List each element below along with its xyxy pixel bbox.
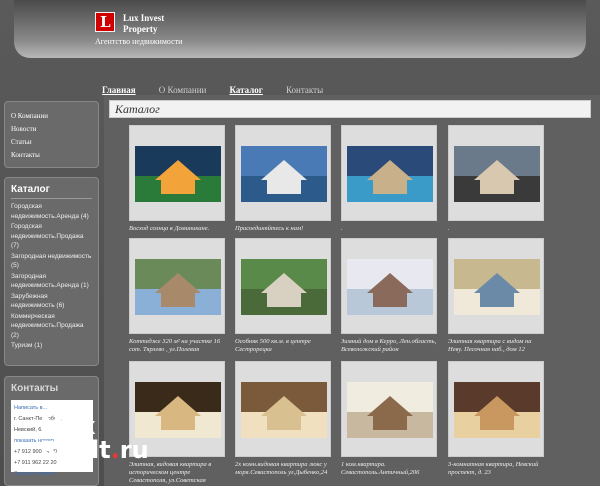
catalog-card[interactable]: .: [341, 125, 437, 249]
sidebar-links: О Компании Новости Статьи Контакты: [4, 101, 99, 168]
sidebar-link-articles[interactable]: Статьи: [11, 136, 92, 149]
category-item[interactable]: Загородная недвижимость (5): [11, 252, 92, 271]
category-item[interactable]: Городская недвижимость.Аренда (4): [11, 202, 92, 221]
card-caption[interactable]: 2х комн.видовая квартира люкс у моря.Сев…: [235, 461, 331, 485]
nav-home[interactable]: Главная: [102, 85, 136, 95]
catalog-card[interactable]: Элитная, видовая квартира в историческом…: [129, 361, 225, 485]
interior-photo[interactable]: [448, 238, 544, 334]
catalog-card[interactable]: Коттедже 320 м² на участке 16 сот. Тярле…: [129, 238, 225, 362]
house-photo[interactable]: [235, 238, 331, 334]
callback-link[interactable]: Заказать звонок: [14, 469, 90, 480]
category-item[interactable]: Загородная недвижимость.Аренда (1): [11, 272, 92, 291]
villa-pool-photo[interactable]: [341, 125, 437, 221]
watermark-line-1: Max: [40, 412, 96, 440]
sunrise-photo[interactable]: [129, 125, 225, 221]
room-photo[interactable]: [341, 361, 437, 457]
sidebar-link-news[interactable]: Новости: [11, 123, 92, 136]
apartment-photo[interactable]: [235, 361, 331, 457]
catalog-card[interactable]: 3-комнатная квартира, Невский проспект, …: [448, 361, 544, 485]
catalog-card[interactable]: Присоединяйтесь к нам!: [235, 125, 331, 249]
contacts-title: Контакты: [11, 383, 59, 394]
card-caption[interactable]: Зимний дом в Керро, Лен.область, Всеволо…: [341, 338, 437, 362]
catalog-card[interactable]: .: [448, 125, 544, 249]
category-item[interactable]: Коммерческая недвижимость.Продажа (2): [11, 312, 92, 341]
category-item[interactable]: Городская недвижимость.Продажа (7): [11, 222, 92, 251]
nav-contacts[interactable]: Контакты: [286, 85, 323, 95]
jet-photo[interactable]: [235, 125, 331, 221]
winter-house-photo[interactable]: [341, 238, 437, 334]
catalog-sidebar-title: Каталог: [11, 184, 92, 199]
nav-about[interactable]: О Компании: [159, 85, 207, 95]
catalog-card[interactable]: 2х комн.видовая квартира люкс у моря.Сев…: [235, 361, 331, 485]
brand-name: Lux Invest Property: [123, 13, 164, 35]
brand-line-1: Lux Invest: [123, 13, 165, 23]
catalog-card[interactable]: Особняк 500 кв.м. в центре Сестрорецка: [235, 238, 331, 362]
nav-catalog[interactable]: Каталог: [229, 85, 262, 95]
category-item[interactable]: Зарубежная недвижимость (6): [11, 292, 92, 311]
card-caption[interactable]: Элитная, видовая квартира в историческом…: [129, 461, 225, 485]
brand-line-2: Property: [123, 24, 158, 34]
logo-letter: L: [100, 13, 111, 31]
catalog-card[interactable]: Элитная квартира с видом на Неву. Песочн…: [448, 238, 544, 362]
card-caption[interactable]: Особняк 500 кв.м. в центре Сестрорецка: [235, 338, 331, 362]
sidebar-link-contacts[interactable]: Контакты: [11, 149, 92, 162]
watermark-ru: ru: [119, 436, 149, 464]
cottage-photo[interactable]: [129, 238, 225, 334]
hall-photo[interactable]: [448, 361, 544, 457]
main-content: Каталог Восход солнца в Доминикане. Прис…: [104, 95, 600, 486]
tagline: Агентство недвижимости: [95, 37, 183, 46]
card-caption[interactable]: Коттедже 320 м² на участке 16 сот. Тярле…: [129, 338, 225, 362]
sidebar-link-about[interactable]: О Компании: [11, 110, 92, 123]
catalog-sidebar: Каталог Городская недвижимость.Аренда (4…: [4, 177, 99, 366]
logo[interactable]: L: [95, 12, 115, 32]
page-title: Каталог: [109, 100, 591, 118]
card-caption[interactable]: 1 ком.квартира. Севастополь.Античный,206: [341, 461, 437, 485]
page: L Lux Invest Property Агентство недвижим…: [0, 0, 600, 486]
catalog-card[interactable]: Зимний дом в Керро, Лен.область, Всеволо…: [341, 238, 437, 362]
category-item[interactable]: Туризм (1): [11, 341, 92, 351]
watermark-dot: .: [110, 436, 120, 464]
mansion-photo[interactable]: [448, 125, 544, 221]
watermark-line-2: Realt.ru: [40, 438, 149, 462]
watermark-realt: Realt: [40, 436, 111, 464]
catalog-card[interactable]: Восход солнца в Доминикане.: [129, 125, 225, 249]
card-caption[interactable]: Элитная квартира с видом на Неву. Песочн…: [448, 338, 544, 362]
card-caption[interactable]: 3-комнатная квартира, Невский проспект, …: [448, 461, 544, 485]
catalog-card[interactable]: 1 ком.квартира. Севастополь.Античный,206: [341, 361, 437, 485]
